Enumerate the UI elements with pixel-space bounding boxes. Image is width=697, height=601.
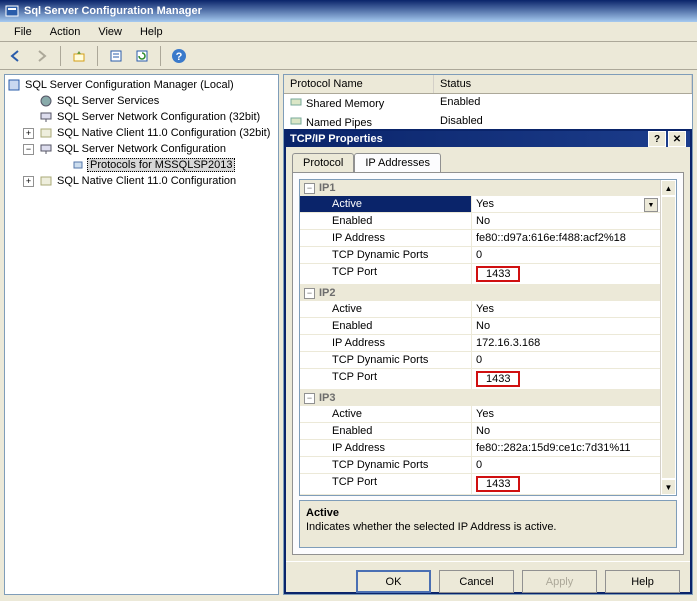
prop-row-active[interactable]: ActiveYes	[300, 406, 660, 423]
prop-row-ipaddress[interactable]: IP Addressfe80::d97a:616e:f488:acf2%18	[300, 230, 660, 247]
prop-row-tcpport[interactable]: TCP Port1433	[300, 264, 660, 285]
expand-icon[interactable]: +	[23, 176, 34, 187]
app-icon	[4, 3, 20, 19]
prop-row-tcpdyn[interactable]: TCP Dynamic Ports0	[300, 352, 660, 369]
prop-row-active[interactable]: ActiveYes	[300, 301, 660, 318]
client-icon	[39, 174, 53, 188]
refresh-button[interactable]	[130, 44, 154, 68]
tree-protocols-selected[interactable]: Protocols for MSSQLSP2013	[55, 157, 276, 173]
forward-button[interactable]	[30, 44, 54, 68]
scrollbar[interactable]: ▲ ▼	[660, 180, 676, 495]
desc-text: Indicates whether the selected IP Addres…	[306, 521, 670, 533]
desc-title: Active	[306, 507, 670, 519]
tree-netconfig[interactable]: −SQL Server Network Configuration	[23, 141, 276, 157]
menu-help[interactable]: Help	[132, 24, 171, 40]
network-icon	[39, 110, 53, 124]
menu-action[interactable]: Action	[42, 24, 89, 40]
prop-row-enabled[interactable]: EnabledNo	[300, 423, 660, 440]
tab-ip-addresses[interactable]: IP Addresses	[354, 153, 441, 172]
collapse-icon[interactable]: −	[304, 183, 315, 194]
toolbar: ?	[0, 42, 697, 70]
list-item[interactable]: Shared Memory Enabled	[284, 94, 692, 113]
collapse-icon[interactable]: −	[304, 393, 315, 404]
close-button[interactable]: ✕	[668, 131, 686, 147]
tab-protocol[interactable]: Protocol	[292, 153, 354, 172]
protocol-icon	[71, 158, 85, 172]
menu-file[interactable]: File	[6, 24, 40, 40]
prop-row-active[interactable]: ActiveYes▼	[300, 196, 660, 213]
dialog-title: TCP/IP Properties	[290, 133, 383, 145]
prop-row-enabled[interactable]: EnabledNo	[300, 213, 660, 230]
tree-netconfig32[interactable]: SQL Server Network Configuration (32bit)	[23, 109, 276, 125]
tree-services[interactable]: SQL Server Services	[23, 93, 276, 109]
col-status[interactable]: Status	[434, 75, 692, 93]
svg-text:?: ?	[176, 51, 183, 63]
scroll-down-icon[interactable]: ▼	[661, 479, 676, 495]
list-pane: Protocol Name Status Shared Memory Enabl…	[283, 74, 693, 595]
title-bar: Sql Server Configuration Manager	[0, 0, 697, 22]
menu-bar: File Action View Help	[0, 22, 697, 42]
server-icon	[7, 78, 21, 92]
services-icon	[39, 94, 53, 108]
protocol-icon	[290, 115, 302, 130]
prop-row-tcpdyn[interactable]: TCP Dynamic Ports0	[300, 247, 660, 264]
back-button[interactable]	[4, 44, 28, 68]
window-title: Sql Server Configuration Manager	[24, 5, 202, 17]
dialog-title-bar[interactable]: TCP/IP Properties ? ✕	[286, 131, 690, 147]
tab-body: −IP1 ActiveYes▼ EnabledNo IP Addressfe80…	[292, 172, 684, 555]
prop-row-ipaddress[interactable]: IP Addressfe80::282a:15d9:ce1c:7d31%11	[300, 440, 660, 457]
scroll-thumb[interactable]	[661, 196, 676, 479]
scroll-up-icon[interactable]: ▲	[661, 180, 676, 196]
network-icon	[39, 142, 53, 156]
tree-root[interactable]: SQL Server Configuration Manager (Local)	[7, 77, 276, 93]
tab-strip: Protocol IP Addresses	[286, 147, 690, 172]
dialog-buttons: OK Cancel Apply Help	[286, 561, 690, 601]
help-button[interactable]: ?	[167, 44, 191, 68]
client-icon	[39, 126, 53, 140]
tree-pane[interactable]: SQL Server Configuration Manager (Local)…	[4, 74, 279, 595]
category-ip2[interactable]: −IP2	[300, 285, 660, 301]
help-button[interactable]: ?	[648, 131, 666, 147]
cancel-button[interactable]: Cancel	[439, 570, 514, 593]
prop-row-tcpport[interactable]: TCP Port1433	[300, 474, 660, 495]
prop-row-tcpport[interactable]: TCP Port1433	[300, 369, 660, 390]
properties-dialog: TCP/IP Properties ? ✕ Protocol IP Addres…	[284, 129, 692, 594]
tree-client32[interactable]: +SQL Native Client 11.0 Configuration (3…	[23, 125, 276, 141]
apply-button[interactable]: Apply	[522, 570, 597, 593]
col-protocol-name[interactable]: Protocol Name	[284, 75, 434, 93]
list-header: Protocol Name Status	[284, 75, 692, 94]
dropdown-icon[interactable]: ▼	[644, 198, 658, 212]
prop-row-ipaddress[interactable]: IP Address172.16.3.168	[300, 335, 660, 352]
menu-view[interactable]: View	[90, 24, 130, 40]
expand-icon[interactable]: +	[23, 128, 34, 139]
protocol-icon	[290, 96, 302, 111]
properties-button[interactable]	[104, 44, 128, 68]
highlight-box[interactable]: 1433	[476, 476, 520, 492]
highlight-box[interactable]: 1433	[476, 371, 520, 387]
prop-row-tcpdyn[interactable]: TCP Dynamic Ports0	[300, 457, 660, 474]
ok-button[interactable]: OK	[356, 570, 431, 593]
prop-row-enabled[interactable]: EnabledNo	[300, 318, 660, 335]
up-button[interactable]	[67, 44, 91, 68]
tree-client[interactable]: +SQL Native Client 11.0 Configuration	[23, 173, 276, 189]
property-grid[interactable]: −IP1 ActiveYes▼ EnabledNo IP Addressfe80…	[299, 179, 677, 496]
description-panel: Active Indicates whether the selected IP…	[299, 500, 677, 548]
collapse-icon[interactable]: −	[304, 288, 315, 299]
category-ip3[interactable]: −IP3	[300, 390, 660, 406]
highlight-box[interactable]: 1433	[476, 266, 520, 282]
collapse-icon[interactable]: −	[23, 144, 34, 155]
category-ip1[interactable]: −IP1	[300, 180, 660, 196]
help-button[interactable]: Help	[605, 570, 680, 593]
